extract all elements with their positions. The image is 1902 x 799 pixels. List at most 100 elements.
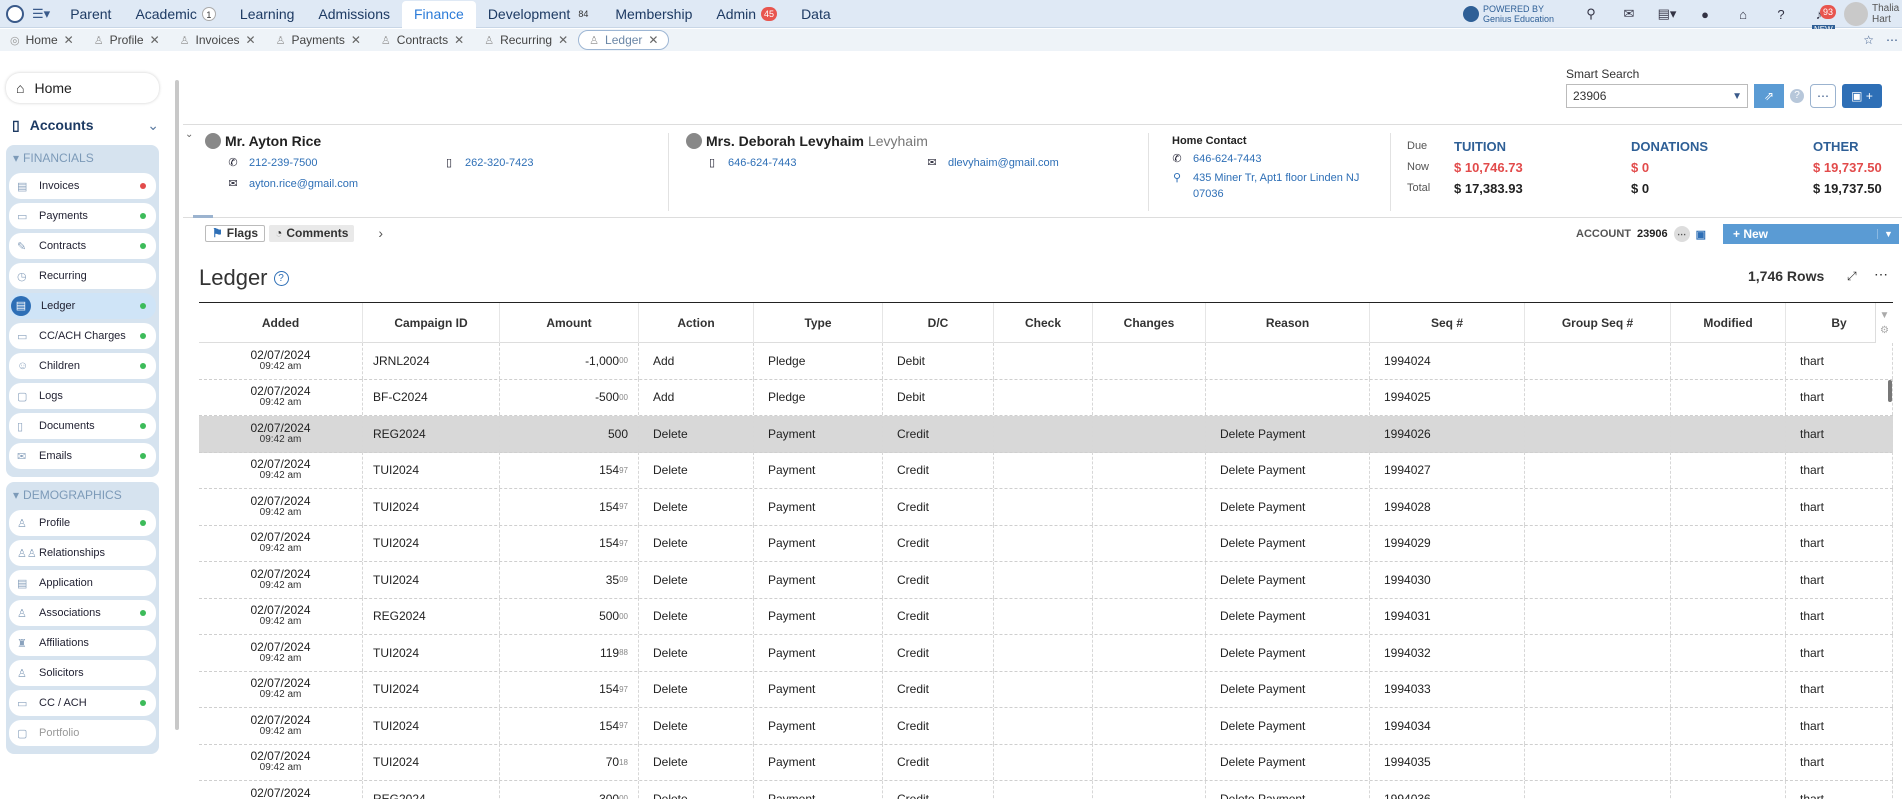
sidebar-accounts[interactable]: ▯ Accounts ⌄ — [6, 111, 159, 139]
lock-icon[interactable]: ⌂ — [1724, 7, 1762, 22]
chevron-right-icon[interactable]: › — [378, 225, 383, 241]
print-icon[interactable]: ▣ — [1696, 228, 1706, 241]
new-button[interactable]: + New ▼ — [1723, 224, 1899, 244]
table-scrollbar[interactable] — [1888, 380, 1892, 402]
sidebar-item-cc-ach[interactable]: ▭ CC / ACH — [9, 690, 156, 716]
parent-2-name[interactable]: Mrs. Deborah Levyhaim — [706, 133, 864, 149]
sidebar-item-portfolio[interactable]: ▢ Portfolio — [9, 720, 156, 746]
tab-profile[interactable]: ♙ Profile ✕ — [84, 30, 170, 50]
parent-1-mobile[interactable]: 262-320-7423 — [465, 157, 534, 169]
financials-header[interactable]: ▾ FINANCIALS — [9, 149, 156, 169]
school-logo[interactable] — [6, 4, 24, 23]
sidebar-item-payments[interactable]: ▭ Payments — [9, 203, 156, 229]
tabs-more-icon[interactable]: ⋯ — [1886, 33, 1898, 47]
nav-membership[interactable]: Membership — [603, 0, 704, 28]
comments-button[interactable]: ◔ Comments — [269, 224, 355, 242]
column-header[interactable]: Type — [754, 303, 883, 343]
bell-icon[interactable]: ♪ 93 NEW — [1800, 4, 1838, 34]
column-header[interactable]: Added — [199, 303, 363, 343]
sidebar-item-logs[interactable]: ▢ Logs — [9, 383, 156, 409]
nav-admin[interactable]: Admin 45 — [704, 0, 789, 28]
close-icon[interactable]: ✕ — [351, 33, 361, 47]
parent-1-name[interactable]: Mr. Ayton Rice — [225, 133, 321, 149]
close-icon[interactable]: ✕ — [64, 33, 74, 47]
home-address-2[interactable]: 07036 — [1193, 188, 1224, 200]
mail-icon[interactable]: ✉ — [1610, 6, 1648, 22]
sidebar-scrollbar[interactable] — [175, 80, 179, 730]
nav-admissions[interactable]: Admissions — [306, 0, 402, 28]
sidebar-item-application[interactable]: ▤ Application — [9, 570, 156, 596]
tab-payments[interactable]: ♙ Payments ✕ — [266, 30, 371, 50]
account-more-icon[interactable]: ⋯ — [1673, 226, 1690, 242]
nav-finance[interactable]: Finance — [402, 0, 476, 28]
nav-learning[interactable]: Learning — [228, 0, 307, 28]
help-icon[interactable]: ? — [1790, 89, 1804, 103]
demographics-header[interactable]: ▾ DEMOGRAPHICS — [9, 486, 156, 506]
sidebar-item-solicitors[interactable]: ♙ Solicitors — [9, 660, 156, 686]
column-header[interactable]: Reason — [1206, 303, 1370, 343]
chat-icon[interactable]: ● — [1686, 7, 1724, 22]
table-row[interactable]: 02/07/2024 09:42 am JRNL2024 -1,000 00 Add Ple… — [199, 342, 1893, 380]
parent-1-phone[interactable]: 212-239-7500 — [249, 157, 318, 169]
parent-1-email[interactable]: ayton.rice@gmail.com — [249, 178, 358, 190]
nav-academic[interactable]: Academic 1 — [123, 0, 227, 28]
close-icon[interactable]: ✕ — [150, 33, 160, 47]
column-header[interactable]: Amount — [500, 303, 639, 343]
more-options-button[interactable]: ⋯ — [1810, 84, 1836, 108]
tab-recurring[interactable]: ♙ Recurring ✕ — [474, 30, 578, 50]
nav-development[interactable]: Development 84 — [476, 0, 604, 28]
table-row[interactable]: 02/07/2024 09:42 am TUI2024 154 97 Delete Paym… — [199, 452, 1893, 489]
column-header[interactable]: Check — [994, 303, 1093, 343]
sidebar-item-contracts[interactable]: ✎ Contracts — [9, 233, 156, 259]
sidebar-item-associations[interactable]: ♙ Associations — [9, 600, 156, 626]
smart-search-input[interactable]: 23906 ▼ — [1566, 84, 1748, 108]
home-address-1[interactable]: 435 Miner Tr, Apt1 floor Linden NJ — [1193, 172, 1359, 184]
chevron-down-icon[interactable]: ⌄ — [185, 129, 193, 140]
table-row[interactable]: 02/07/2024 09:42 am TUI2024 154 97 Delete Paym… — [199, 671, 1893, 708]
column-header[interactable]: Group Seq # — [1525, 303, 1671, 343]
table-row[interactable]: 02/07/2024 09:42 am TUI2024 119 88 Delete Paym… — [199, 634, 1893, 672]
sidebar-item-profile[interactable]: ♙ Profile — [9, 510, 156, 536]
search-icon[interactable]: ⚲ — [1572, 6, 1610, 22]
nav-data[interactable]: Data — [789, 0, 843, 28]
tab-ledger[interactable]: ♙ Ledger ✕ — [578, 30, 670, 50]
table-row[interactable]: 02/07/2024 09:42 am REG2024 500 Delete Paymen… — [199, 415, 1893, 453]
sidebar-item-affiliations[interactable]: ♜ Affiliations — [9, 630, 156, 656]
tuition-now[interactable]: $ 10,746.73 — [1454, 160, 1523, 175]
caret-down-icon[interactable]: ▼ — [1877, 229, 1899, 239]
help-icon[interactable]: ? — [273, 270, 289, 286]
donations-now[interactable]: $ 0 — [1631, 160, 1649, 175]
tab-home[interactable]: ◎ Home ✕ — [0, 30, 84, 50]
calendar-icon[interactable]: ▤▾ — [1648, 6, 1686, 22]
table-row[interactable]: 02/07/2024 09:42 am TUI2024 70 18 Delete Payme… — [199, 744, 1893, 781]
table-row[interactable]: 02/07/2024 09:42 am REG2024 500 00 Delete Paym… — [199, 598, 1893, 635]
table-row[interactable]: 02/07/2024 09:42 am BF-C2024 -500 00 Add Pledg… — [199, 379, 1893, 416]
resize-handle[interactable] — [193, 215, 213, 218]
sidebar-item-emails[interactable]: ✉ Emails — [9, 443, 156, 469]
star-icon[interactable]: ☆ — [1863, 33, 1874, 47]
other-now[interactable]: $ 19,737.50 — [1813, 160, 1882, 175]
table-more-icon[interactable]: ⋯ — [1874, 266, 1888, 283]
avatar[interactable] — [1844, 2, 1868, 26]
filter-icon[interactable]: ▼ — [1880, 310, 1890, 321]
help-icon[interactable]: ? — [1762, 7, 1800, 22]
table-row[interactable]: 02/07/202409:42 amREG202430000DeletePaym… — [199, 780, 1893, 799]
sidebar-item-cc-ach-charges[interactable]: ▭ CC/ACH Charges — [9, 323, 156, 349]
column-header[interactable]: Changes — [1093, 303, 1206, 343]
close-icon[interactable]: ✕ — [648, 33, 658, 47]
open-external-button[interactable]: ⇗ — [1754, 84, 1784, 108]
table-row[interactable]: 02/07/2024 09:42 am TUI2024 154 97 Delete Paym… — [199, 488, 1893, 526]
table-row[interactable]: 02/07/2024 09:42 am TUI2024 154 97 Delete Paym… — [199, 525, 1893, 562]
column-header[interactable]: Seq # — [1370, 303, 1525, 343]
flags-button[interactable]: ⚑ Flags — [205, 224, 266, 242]
table-row[interactable]: 02/07/2024 09:42 am TUI2024 154 97 Delete Paym… — [199, 707, 1893, 745]
close-icon[interactable]: ✕ — [246, 33, 256, 47]
parent-2-email[interactable]: dlevyhaim@gmail.com — [948, 157, 1059, 169]
column-header[interactable]: Campaign ID — [363, 303, 500, 343]
close-icon[interactable]: ✕ — [454, 33, 464, 47]
column-header[interactable]: D/C — [883, 303, 994, 343]
parent-2-mobile[interactable]: 646-624-7443 — [728, 157, 797, 169]
tab-contracts[interactable]: ♙ Contracts ✕ — [371, 30, 474, 50]
menu-icon[interactable]: ☰▾ — [32, 6, 50, 22]
sidebar-item-ledger[interactable]: ▤ Ledger — [9, 293, 156, 319]
